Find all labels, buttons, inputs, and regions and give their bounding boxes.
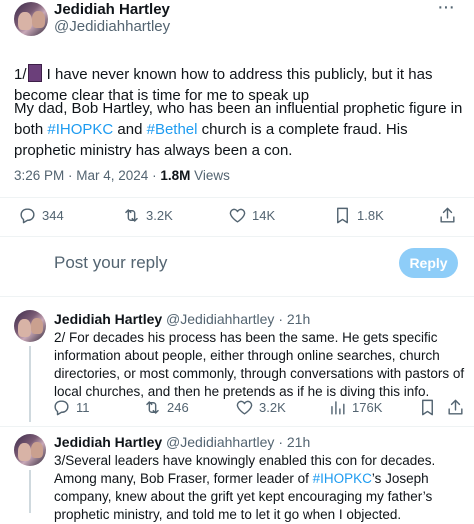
- reply-time[interactable]: · 21h: [278, 311, 310, 327]
- tweet-timestamp[interactable]: 3:26 PM · Mar 4, 2024 · 1.8M Views: [14, 168, 230, 183]
- reply-text: 3/Several leaders have knowingly enabled…: [54, 452, 466, 524]
- views-label: Views: [190, 168, 230, 183]
- reply-button[interactable]: Reply: [399, 248, 458, 278]
- bookmark-button[interactable]: [418, 398, 437, 417]
- analytics-icon: [331, 401, 345, 415]
- hashtag-ihopkc[interactable]: #IHOPKC: [313, 471, 372, 486]
- share-button[interactable]: [438, 206, 457, 225]
- hashtag-ihopkc[interactable]: #IHOPKC: [47, 121, 113, 138]
- reply-author-name[interactable]: Jedidiah Hartley: [54, 434, 162, 450]
- share-icon: [448, 399, 463, 415]
- bookmark-count: 1.8K: [357, 208, 384, 223]
- reply-count-button[interactable]: 344: [18, 206, 64, 225]
- share-icon: [440, 207, 455, 223]
- bookmark-icon: [337, 207, 348, 224]
- reply-header: Jedidiah Hartley @Jedidiahhartley · 21h: [54, 434, 310, 450]
- reply-text: 2/ For decades his process has been the …: [54, 330, 465, 399]
- like-count-button[interactable]: 14K: [228, 206, 275, 225]
- avatar[interactable]: [14, 2, 48, 36]
- thread-line: [29, 346, 31, 422]
- reply-author-handle[interactable]: @Jedidiahhartley: [166, 311, 274, 327]
- retweet-count-button[interactable]: 246: [143, 398, 189, 417]
- retweet-count: 246: [167, 400, 189, 415]
- tweet-number: 1/: [14, 66, 27, 83]
- share-button[interactable]: [446, 398, 465, 417]
- reply-count: 11: [76, 400, 90, 415]
- heart-icon: [236, 400, 253, 415]
- bookmark-count-button[interactable]: 1.8K: [333, 206, 384, 225]
- bookmark-icon: [422, 399, 433, 416]
- heart-icon: [229, 208, 246, 223]
- scroll-emoji-icon: [27, 64, 42, 82]
- retweet-icon: [125, 209, 138, 222]
- reply-icon: [20, 208, 35, 224]
- avatar[interactable]: [14, 310, 46, 342]
- views-count: 1.8M: [160, 168, 191, 183]
- author-handle[interactable]: @Jedidiahhartley: [54, 18, 170, 35]
- divider: [0, 296, 474, 297]
- reply-author-handle[interactable]: @Jedidiahhartley: [166, 434, 274, 450]
- reply-count: 344: [42, 208, 64, 223]
- retweet-icon: [146, 401, 159, 414]
- more-icon[interactable]: ···: [437, 0, 455, 19]
- retweet-count: 3.2K: [146, 208, 173, 223]
- thread-line: [29, 470, 31, 513]
- reply-header: Jedidiah Hartley @Jedidiahhartley · 21h: [54, 311, 310, 327]
- avatar[interactable]: [14, 434, 46, 466]
- author-name[interactable]: Jedidiah Hartley: [54, 1, 170, 18]
- views-count: 176K: [352, 400, 383, 415]
- views-count-button[interactable]: 176K: [328, 398, 382, 417]
- retweet-count-button[interactable]: 3.2K: [122, 206, 173, 225]
- like-count: 14K: [252, 208, 276, 223]
- hashtag-bethel[interactable]: #Bethel: [147, 121, 198, 138]
- tweet-paragraph-2: My dad, Bob Hartley, who has been an inf…: [14, 98, 464, 161]
- like-count-button[interactable]: 3.2K: [235, 398, 286, 417]
- reply-time[interactable]: · 21h: [278, 434, 310, 450]
- reply-author-name[interactable]: Jedidiah Hartley: [54, 311, 162, 327]
- divider: [0, 236, 474, 237]
- like-count: 3.2K: [259, 400, 286, 415]
- reply-count-button[interactable]: 11: [52, 398, 90, 417]
- reply-icon: [54, 400, 69, 416]
- divider: [0, 197, 474, 198]
- reply-input[interactable]: Post your reply: [54, 253, 167, 273]
- tweet-text-segment: and: [113, 121, 147, 138]
- timestamp-text[interactable]: 3:26 PM · Mar 4, 2024 ·: [14, 168, 160, 183]
- divider: [0, 426, 474, 427]
